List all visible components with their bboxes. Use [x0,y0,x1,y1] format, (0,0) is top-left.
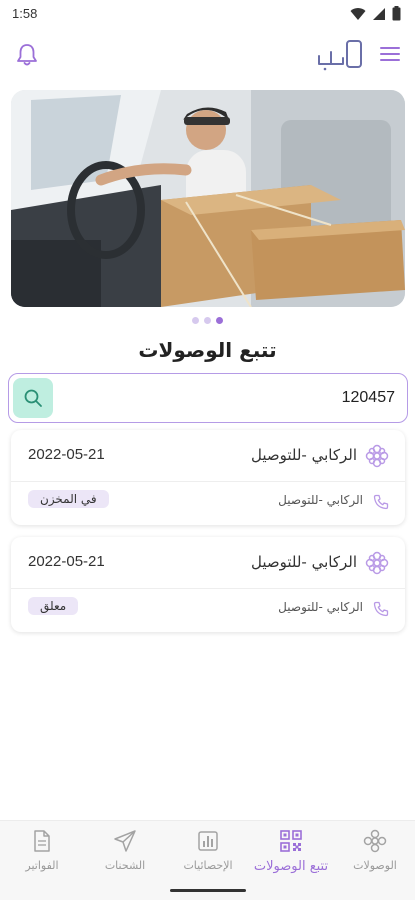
lattice-icon [365,551,389,575]
qr-code-icon [280,830,302,852]
app-header [0,36,415,76]
status-time: 1:58 [12,6,38,21]
shipment-company: الركابي -للتوصيل [250,446,357,464]
send-icon [114,830,136,852]
nav-item-track-receipts[interactable]: تتبع الوصولات [251,829,331,889]
status-icons [350,6,401,21]
bell-icon[interactable] [14,42,40,68]
shipment-company: الركابي -للتوصيل [250,553,357,571]
status-bar: 1:58 [0,0,415,28]
nav-item-invoices[interactable]: الفواتير [2,829,82,889]
shipment-subtitle: الركابي -للتوصيل [278,493,363,507]
nav-item-receipts[interactable]: الوصولات [335,829,415,889]
hamburger-menu-icon[interactable] [379,45,401,63]
tracking-number-input[interactable] [75,384,395,412]
phone-icon[interactable] [373,494,389,510]
search-button[interactable] [13,378,53,418]
carousel-dot-active[interactable] [216,317,223,324]
app-logo [318,40,362,71]
shipment-card[interactable]: 2022-05-21 الركابي -للتوصيل معلق الركابي… [11,537,405,632]
shipment-date: 2022-05-21 [28,553,105,570]
lattice-icon [365,444,389,468]
shipment-card[interactable]: 2022-05-21 الركابي -للتوصيل في المخزن ال… [11,430,405,525]
carousel-dot[interactable] [204,317,211,324]
search-icon [24,389,42,407]
bottom-navigation: الوصولات تتبع الوصولات الإحصائيات الشحنا… [0,820,415,900]
carousel-indicator [0,317,415,324]
shipment-subtitle: الركابي -للتوصيل [278,600,363,614]
banner-image [11,90,405,307]
battery-icon [392,6,401,21]
nav-label: الإحصائيات [183,859,233,872]
document-icon [34,830,50,852]
nav-label: الفواتير [25,859,59,872]
home-indicator [170,889,246,892]
tracking-search-box [8,373,408,423]
card-header: 2022-05-21 الركابي -للتوصيل [11,537,405,589]
nav-item-shipments[interactable]: الشحنات [85,829,165,889]
signal-icon [373,7,385,20]
shipment-date: 2022-05-21 [28,446,105,463]
carousel-dot[interactable] [192,317,199,324]
nav-label: تتبع الوصولات [253,859,329,874]
card-header: 2022-05-21 الركابي -للتوصيل [11,430,405,482]
phone-icon[interactable] [373,601,389,617]
status-badge: في المخزن [28,490,109,508]
lattice-icon [363,829,387,853]
stats-icon [198,831,218,851]
status-badge: معلق [28,597,79,615]
delivery-van-illustration [11,90,405,307]
nav-label: الشحنات [104,859,146,872]
nav-label: الوصولات [353,859,397,872]
page-title: تتبع الوصولات [138,338,277,362]
wifi-icon [350,7,366,20]
nav-item-statistics[interactable]: الإحصائيات [168,829,248,889]
